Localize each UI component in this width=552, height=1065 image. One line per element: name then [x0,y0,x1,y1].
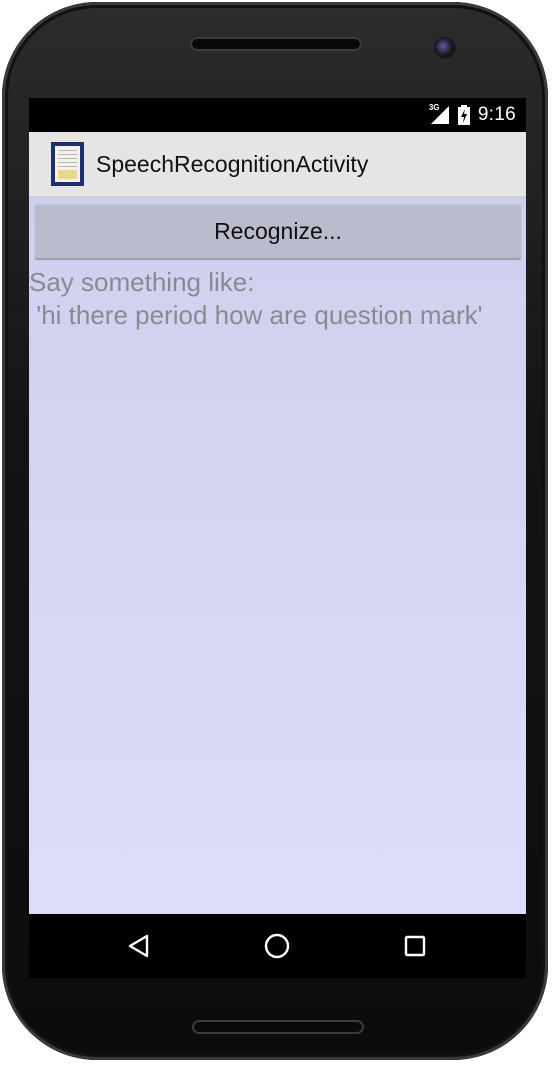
earpiece-speaker [190,37,362,51]
app-launcher-icon [51,142,84,186]
screen: 3G 9:16 SpeechRecognitionActivity Recogn… [29,98,526,978]
hint-line-1: Say something like: [29,267,255,297]
phone-frame: 3G 9:16 SpeechRecognitionActivity Recogn… [2,2,548,1060]
hint-text: Say something like: 'hi there period how… [29,266,526,332]
front-camera [436,39,454,57]
battery-charging-icon [457,105,470,125]
back-icon[interactable] [123,930,155,962]
app-title: SpeechRecognitionActivity [96,150,369,177]
status-bar: 3G 9:16 [29,98,526,132]
signal-icon: 3G [429,103,450,125]
home-icon[interactable] [261,930,293,962]
recents-icon[interactable] [399,930,431,962]
navigation-bar [29,914,526,978]
status-icons: 3G 9:16 [429,103,516,126]
bottom-speaker [192,1020,364,1034]
action-bar: SpeechRecognitionActivity [29,132,526,198]
recognize-button[interactable]: Recognize... [35,204,521,258]
status-clock: 9:16 [477,104,516,125]
hint-line-2: 'hi there period how are question mark' [29,300,483,330]
activity-content: Recognize... Say something like: 'hi the… [29,198,526,914]
